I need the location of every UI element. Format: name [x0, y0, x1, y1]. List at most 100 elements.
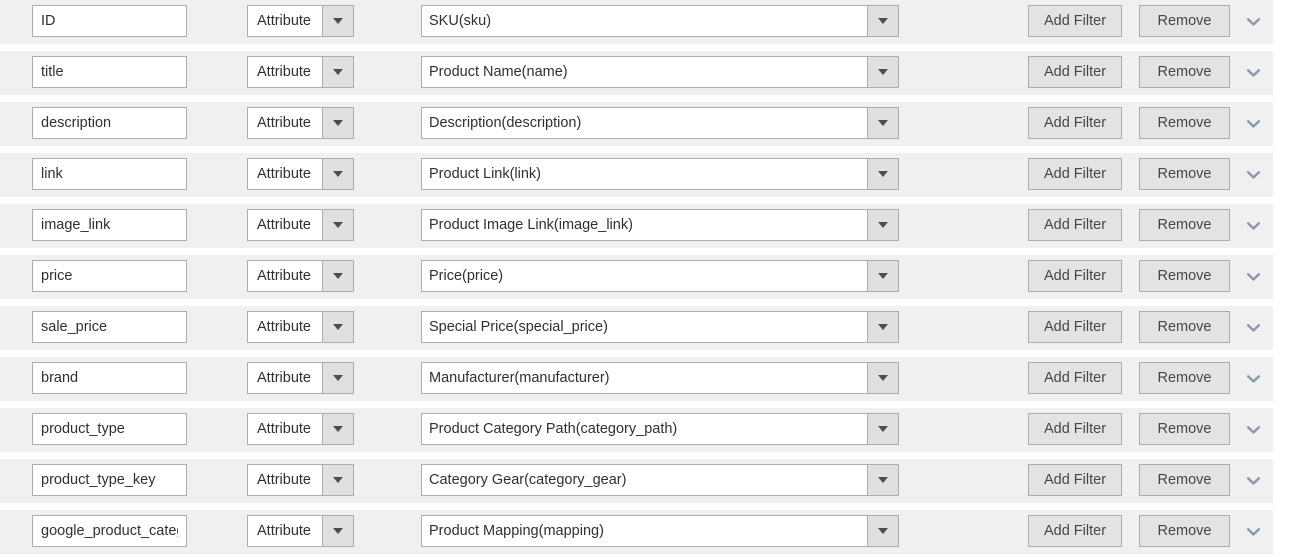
caret-down-icon[interactable]	[867, 261, 898, 291]
attribute-mapping-row: Attribute Product Image Link(image_link)…	[0, 204, 1273, 248]
caret-down-icon[interactable]	[322, 210, 353, 240]
caret-down-icon[interactable]	[322, 363, 353, 393]
caret-down-icon[interactable]	[867, 57, 898, 87]
caret-down-icon[interactable]	[867, 159, 898, 189]
attribute-name-cell	[32, 107, 187, 139]
remove-button[interactable]: Remove	[1139, 260, 1230, 292]
expand-row-toggle[interactable]	[1242, 369, 1264, 389]
attribute-name-input[interactable]	[32, 413, 187, 445]
mapping-type-select[interactable]: Attribute	[247, 311, 354, 343]
caret-down-icon[interactable]	[867, 414, 898, 444]
expand-row-toggle[interactable]	[1242, 63, 1264, 83]
caret-down-icon[interactable]	[867, 210, 898, 240]
expand-row-toggle[interactable]	[1242, 318, 1264, 338]
attribute-name-input[interactable]	[32, 464, 187, 496]
attribute-name-cell	[32, 260, 187, 292]
attribute-source-select[interactable]: Manufacturer(manufacturer)	[421, 362, 899, 394]
caret-down-icon[interactable]	[322, 312, 353, 342]
attribute-name-input[interactable]	[32, 362, 187, 394]
mapping-type-select[interactable]: Attribute	[247, 158, 354, 190]
attribute-name-input[interactable]	[32, 5, 187, 37]
mapping-type-select[interactable]: Attribute	[247, 515, 354, 547]
mapping-type-select[interactable]: Attribute	[247, 56, 354, 88]
add-filter-button[interactable]: Add Filter	[1028, 515, 1122, 547]
caret-down-icon[interactable]	[322, 108, 353, 138]
add-filter-button[interactable]: Add Filter	[1028, 413, 1122, 445]
attribute-source-select[interactable]: Product Mapping(mapping)	[421, 515, 899, 547]
attribute-source-select[interactable]: Product Link(link)	[421, 158, 899, 190]
caret-down-icon[interactable]	[322, 465, 353, 495]
remove-cell: Remove	[1139, 362, 1230, 394]
attribute-source-select[interactable]: Product Category Path(category_path)	[421, 413, 899, 445]
add-filter-button[interactable]: Add Filter	[1028, 107, 1122, 139]
remove-button[interactable]: Remove	[1139, 158, 1230, 190]
caret-down-icon[interactable]	[322, 6, 353, 36]
mapping-type-select[interactable]: Attribute	[247, 413, 354, 445]
caret-down-icon[interactable]	[867, 6, 898, 36]
attribute-source-select[interactable]: Product Name(name)	[421, 56, 899, 88]
expand-row-toggle[interactable]	[1242, 216, 1264, 236]
attribute-source-select[interactable]: Price(price)	[421, 260, 899, 292]
chevron-down-icon	[1246, 120, 1260, 128]
attribute-name-input[interactable]	[32, 311, 187, 343]
expand-row-toggle[interactable]	[1242, 165, 1264, 185]
remove-button[interactable]: Remove	[1139, 311, 1230, 343]
caret-down-icon[interactable]	[322, 516, 353, 546]
caret-down-icon[interactable]	[867, 516, 898, 546]
add-filter-button[interactable]: Add Filter	[1028, 158, 1122, 190]
attribute-source-select[interactable]: Product Image Link(image_link)	[421, 209, 899, 241]
remove-button[interactable]: Remove	[1139, 56, 1230, 88]
attribute-source-select[interactable]: Description(description)	[421, 107, 899, 139]
add-filter-button[interactable]: Add Filter	[1028, 311, 1122, 343]
expand-row-toggle[interactable]	[1242, 420, 1264, 440]
caret-down-icon[interactable]	[867, 108, 898, 138]
caret-down-icon[interactable]	[867, 312, 898, 342]
attribute-source-select[interactable]: Special Price(special_price)	[421, 311, 899, 343]
add-filter-button[interactable]: Add Filter	[1028, 260, 1122, 292]
attribute-name-input[interactable]	[32, 107, 187, 139]
expand-row-toggle[interactable]	[1242, 114, 1264, 134]
attribute-name-input[interactable]	[32, 56, 187, 88]
expand-row-toggle[interactable]	[1242, 267, 1264, 287]
mapping-type-select[interactable]: Attribute	[247, 464, 354, 496]
mapping-type-select[interactable]: Attribute	[247, 209, 354, 241]
add-filter-cell: Add Filter	[1028, 158, 1122, 190]
mapping-type-select[interactable]: Attribute	[247, 107, 354, 139]
attribute-name-input[interactable]	[32, 209, 187, 241]
caret-down-icon[interactable]	[322, 159, 353, 189]
remove-button[interactable]: Remove	[1139, 515, 1230, 547]
add-filter-button[interactable]: Add Filter	[1028, 209, 1122, 241]
remove-button[interactable]: Remove	[1139, 5, 1230, 37]
attribute-name-input[interactable]	[32, 260, 187, 292]
remove-button[interactable]: Remove	[1139, 209, 1230, 241]
attribute-name-input[interactable]	[32, 515, 187, 547]
caret-down-icon[interactable]	[322, 414, 353, 444]
mapping-type-select[interactable]: Attribute	[247, 260, 354, 292]
remove-button[interactable]: Remove	[1139, 362, 1230, 394]
remove-button[interactable]: Remove	[1139, 413, 1230, 445]
remove-button[interactable]: Remove	[1139, 464, 1230, 496]
expand-row-toggle[interactable]	[1242, 522, 1264, 542]
add-filter-button[interactable]: Add Filter	[1028, 5, 1122, 37]
add-filter-button[interactable]: Add Filter	[1028, 464, 1122, 496]
mapping-type-value: Attribute	[257, 217, 311, 233]
attribute-name-input[interactable]	[32, 158, 187, 190]
caret-down-icon[interactable]	[867, 465, 898, 495]
chevron-down-icon	[1246, 69, 1260, 77]
mapping-type-select[interactable]: Attribute	[247, 362, 354, 394]
add-filter-button[interactable]: Add Filter	[1028, 362, 1122, 394]
caret-down-icon[interactable]	[322, 261, 353, 291]
attribute-source-cell: Product Name(name)	[421, 56, 899, 88]
mapping-type-select[interactable]: Attribute	[247, 5, 354, 37]
attribute-mapping-row: Attribute Category Gear(category_gear) A…	[0, 459, 1273, 503]
caret-down-icon[interactable]	[322, 57, 353, 87]
remove-button[interactable]: Remove	[1139, 107, 1230, 139]
attribute-source-select[interactable]: Category Gear(category_gear)	[421, 464, 899, 496]
attribute-name-cell	[32, 413, 187, 445]
mapping-type-cell: Attribute	[247, 413, 354, 445]
caret-down-icon[interactable]	[867, 363, 898, 393]
add-filter-button[interactable]: Add Filter	[1028, 56, 1122, 88]
expand-row-toggle[interactable]	[1242, 12, 1264, 32]
attribute-source-select[interactable]: SKU(sku)	[421, 5, 899, 37]
expand-row-toggle[interactable]	[1242, 471, 1264, 491]
